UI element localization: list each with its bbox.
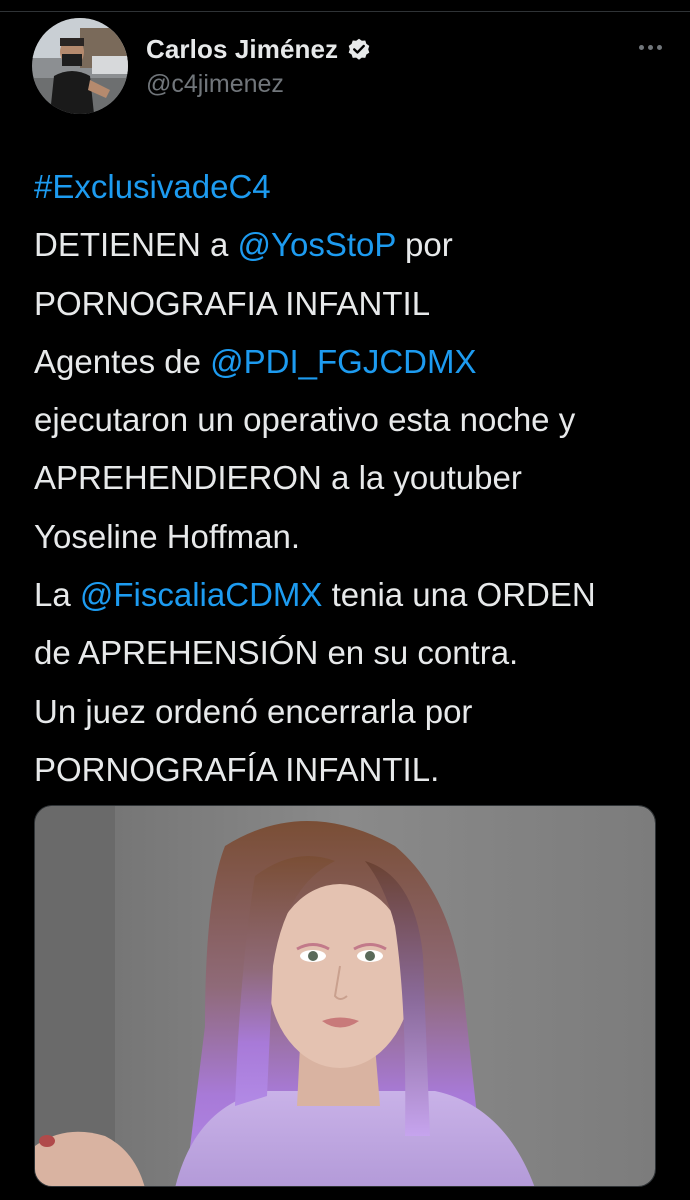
tweet-line: Yoseline Hoffman. xyxy=(34,508,674,566)
top-divider xyxy=(0,0,690,12)
tweet-line: PORNOGRAFÍA INFANTIL. xyxy=(34,741,674,799)
tweet-text-segment: APREHENDIERON a la youtuber xyxy=(34,459,522,497)
tweet-media-photo[interactable] xyxy=(34,805,656,1187)
verified-badge-icon xyxy=(346,36,372,62)
tweet-line: Agentes de @PDI_FGJCDMX xyxy=(34,333,674,391)
tweet-line: DETIENEN a @YosStoP por xyxy=(34,216,674,274)
tweet-text-segment: PORNOGRAFIA INFANTIL xyxy=(34,284,431,322)
tweet-line: PORNOGRAFIA INFANTIL xyxy=(34,275,674,333)
tweet-text-segment: Agentes de xyxy=(34,342,211,380)
tweet-text-segment: Yoseline Hoffman. xyxy=(34,517,301,555)
tweet-text-segment: Un juez ordenó encerrarla por xyxy=(34,692,473,730)
avatar[interactable] xyxy=(32,18,128,114)
tweet-text-segment: La xyxy=(34,576,80,614)
tweet-text-segment: DETIENEN a xyxy=(34,226,238,264)
tweet-header: Carlos Jiménez @c4jimenez xyxy=(32,18,662,114)
tweet-text: #ExclusivadeC4 DETIENEN a @YosStoP por P… xyxy=(34,158,674,799)
tweet-text-segment: por xyxy=(395,226,453,264)
tweet-line: ejecutaron un operativo esta noche y xyxy=(34,391,674,449)
tweet-line: de APREHENSIÓN en su contra. xyxy=(34,624,674,682)
tweet-text-segment: ejecutaron un operativo esta noche y xyxy=(34,401,576,439)
tweet-line: Un juez ordenó encerrarla por xyxy=(34,683,674,741)
tweet-line: #ExclusivadeC4 xyxy=(34,158,674,216)
tweet-line: La @FiscaliaCDMX tenia una ORDEN xyxy=(34,566,674,624)
author-info: Carlos Jiménez @c4jimenez xyxy=(146,32,372,99)
more-options-icon[interactable] xyxy=(630,32,670,62)
mention-link[interactable]: @PDI_FGJCDMX xyxy=(210,343,476,380)
tweet-text-segment: de APREHENSIÓN en su contra. xyxy=(34,634,519,672)
mention-link[interactable]: @YosStoP xyxy=(238,226,396,263)
hashtag-link[interactable]: #ExclusivadeC4 xyxy=(34,168,271,205)
tweet-text-segment: tenia una ORDEN xyxy=(322,576,596,614)
tweet-text-segment: PORNOGRAFÍA INFANTIL. xyxy=(34,750,440,788)
mention-link[interactable]: @FiscaliaCDMX xyxy=(80,576,323,613)
author-handle[interactable]: @c4jimenez xyxy=(146,70,372,99)
tweet-line: APREHENDIERON a la youtuber xyxy=(34,449,674,507)
author-name[interactable]: Carlos Jiménez xyxy=(146,34,338,65)
